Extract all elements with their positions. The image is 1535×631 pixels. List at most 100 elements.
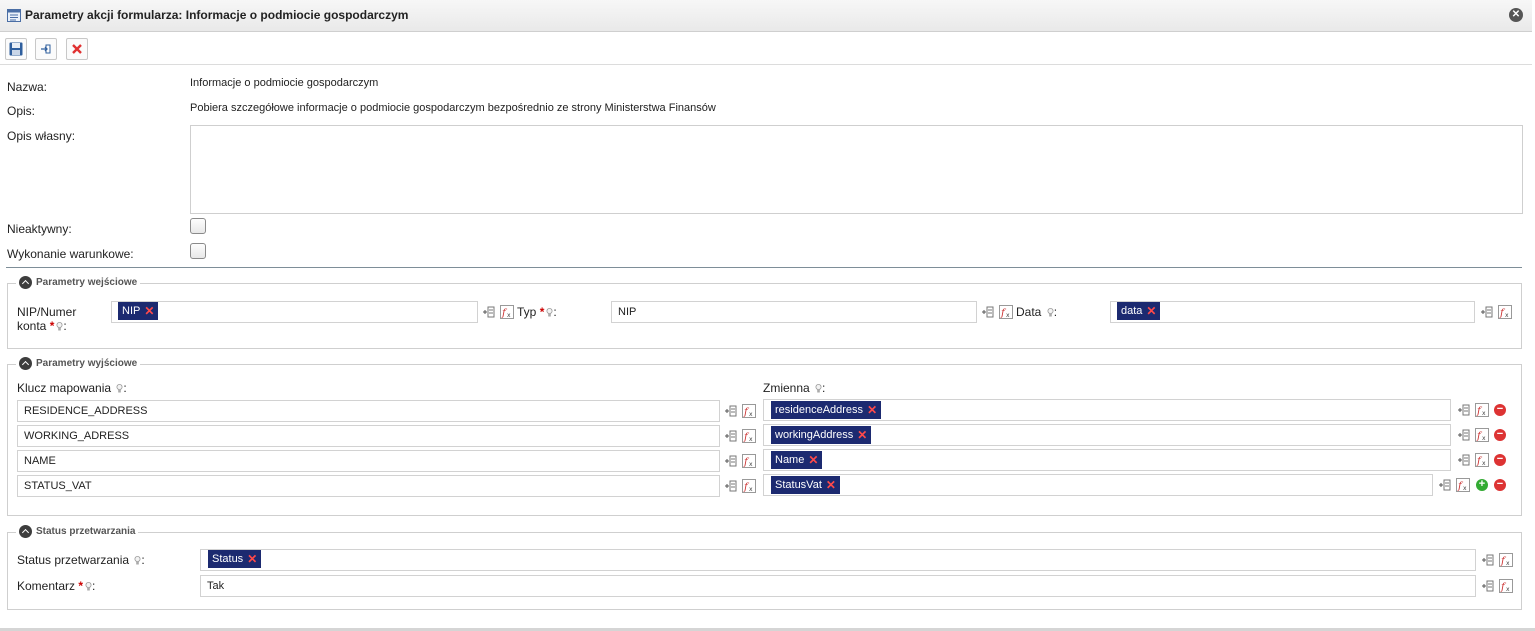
- function-icon[interactable]: fx: [999, 305, 1013, 319]
- insert-variable-icon[interactable]: [724, 454, 738, 468]
- insert-variable-icon[interactable]: [724, 479, 738, 493]
- cancel-button[interactable]: [66, 38, 88, 60]
- mapping-key-input[interactable]: STATUS_VAT: [17, 475, 720, 497]
- remove-tag-icon[interactable]: ✕: [867, 401, 877, 419]
- mapping-key-input[interactable]: NAME: [17, 450, 720, 472]
- insert-variable-icon[interactable]: [1457, 428, 1471, 442]
- remove-row-button[interactable]: −: [1494, 479, 1506, 491]
- nip-input[interactable]: [111, 301, 478, 323]
- add-row-button[interactable]: +: [1476, 479, 1488, 491]
- insert-variable-icon[interactable]: [1438, 478, 1452, 492]
- processing-status-section: Status przetwarzania: [7, 525, 1522, 610]
- remove-tag-icon[interactable]: ✕: [826, 476, 836, 494]
- insert-variable-icon[interactable]: [1457, 403, 1471, 417]
- close-icon: ✕: [1511, 9, 1521, 20]
- output-parameters-title: Parametry wyjściowe: [36, 358, 138, 369]
- comment-label: Komentarz *:: [17, 579, 95, 593]
- close-window-button[interactable]: ✕: [1509, 8, 1523, 22]
- collapse-icon[interactable]: [19, 357, 32, 370]
- nip-label-line1: NIP/Numer: [17, 305, 77, 319]
- hint-bulb-icon: [56, 322, 63, 331]
- insert-variable-icon[interactable]: [1481, 553, 1495, 567]
- output-parameters-legend[interactable]: Parametry wyjściowe: [16, 357, 141, 370]
- remove-row-button[interactable]: −: [1494, 454, 1506, 466]
- variable-header: Zmienna :: [763, 381, 825, 395]
- remove-tag-icon[interactable]: ✕: [247, 550, 257, 568]
- colon: :: [123, 381, 127, 395]
- function-icon[interactable]: fx: [1499, 553, 1513, 567]
- function-icon[interactable]: fx: [500, 305, 514, 319]
- remove-tag-icon[interactable]: ✕: [808, 451, 818, 469]
- date-label: Data :: [1016, 305, 1057, 319]
- function-icon[interactable]: fx: [742, 429, 756, 443]
- insert-variable-icon[interactable]: [724, 429, 738, 443]
- conditional-execution-label: Wykonanie warunkowe:: [7, 247, 134, 261]
- type-input[interactable]: NIP: [611, 301, 977, 323]
- svg-text:x: x: [1006, 312, 1010, 319]
- date-label-text: Data: [1016, 305, 1042, 319]
- required-mark: *: [539, 305, 545, 319]
- remove-row-button[interactable]: −: [1494, 429, 1506, 441]
- exit-arrow-icon: [41, 44, 51, 54]
- insert-variable-icon[interactable]: [1480, 305, 1494, 319]
- remove-row-button[interactable]: −: [1494, 404, 1506, 416]
- own-description-textarea[interactable]: [190, 125, 1523, 214]
- remove-tag-icon[interactable]: ✕: [144, 302, 154, 320]
- status-label: Status przetwarzania :: [17, 553, 145, 567]
- insert-variable-icon[interactable]: [1457, 453, 1471, 467]
- nip-tag: NIP ✕: [118, 302, 159, 320]
- comment-input[interactable]: Tak: [200, 575, 1476, 597]
- variable-tag-label: Name: [775, 454, 805, 466]
- function-icon[interactable]: fx: [1475, 403, 1489, 417]
- colon: :: [141, 553, 145, 567]
- function-icon[interactable]: fx: [1456, 478, 1470, 492]
- mapping-key-input[interactable]: WORKING_ADRESS: [17, 425, 720, 447]
- function-icon[interactable]: fx: [1499, 579, 1513, 593]
- svg-text:x: x: [1482, 410, 1486, 417]
- remove-tag-icon[interactable]: ✕: [857, 426, 867, 444]
- insert-variable-icon[interactable]: [981, 305, 995, 319]
- svg-text:x: x: [749, 411, 753, 418]
- function-icon[interactable]: fx: [742, 404, 756, 418]
- collapse-icon[interactable]: [19, 276, 32, 289]
- variable-input[interactable]: [763, 474, 1433, 496]
- function-icon[interactable]: fx: [1475, 453, 1489, 467]
- insert-variable-icon[interactable]: [1481, 579, 1495, 593]
- insert-variable-icon[interactable]: [724, 404, 738, 418]
- function-icon[interactable]: fx: [1498, 305, 1512, 319]
- svg-text:x: x: [1506, 586, 1510, 593]
- function-icon[interactable]: fx: [742, 454, 756, 468]
- mapping-key-input[interactable]: RESIDENCE_ADDRESS: [17, 400, 720, 422]
- required-mark: *: [49, 319, 55, 333]
- variable-header-text: Zmienna: [763, 381, 810, 395]
- save-and-close-button[interactable]: [35, 38, 57, 60]
- hint-bulb-icon: [85, 582, 92, 591]
- hint-bulb-icon: [815, 384, 822, 393]
- remove-tag-icon[interactable]: ✕: [1146, 302, 1156, 320]
- variable-input[interactable]: [763, 449, 1451, 471]
- status-input[interactable]: [200, 549, 1476, 571]
- date-input[interactable]: [1110, 301, 1475, 323]
- svg-text:x: x: [749, 461, 753, 468]
- status-tag: Status ✕: [208, 550, 262, 568]
- inactive-checkbox[interactable]: [190, 218, 206, 234]
- nip-tag-label: NIP: [122, 305, 141, 317]
- input-parameters-title: Parametry wejściowe: [36, 277, 138, 288]
- function-icon[interactable]: fx: [742, 479, 756, 493]
- form-window-icon: [7, 9, 21, 22]
- collapse-icon[interactable]: [19, 525, 32, 538]
- save-button[interactable]: [5, 38, 27, 60]
- input-parameters-legend[interactable]: Parametry wejściowe: [16, 276, 141, 289]
- status-label-text: Status przetwarzania: [17, 553, 130, 567]
- conditional-execution-checkbox[interactable]: [190, 243, 206, 259]
- svg-text:x: x: [507, 312, 511, 319]
- variable-tag: residenceAddress ✕: [771, 401, 882, 419]
- insert-variable-icon[interactable]: [482, 305, 496, 319]
- nip-label: NIP/Numer konta *:: [17, 305, 76, 333]
- section-separator: [6, 267, 1522, 268]
- function-icon[interactable]: fx: [1475, 428, 1489, 442]
- processing-status-title: Status przetwarzania: [36, 526, 136, 537]
- variable-tag-label: StatusVat: [775, 479, 822, 491]
- date-tag: data ✕: [1117, 302, 1161, 320]
- processing-status-legend[interactable]: Status przetwarzania: [16, 525, 139, 538]
